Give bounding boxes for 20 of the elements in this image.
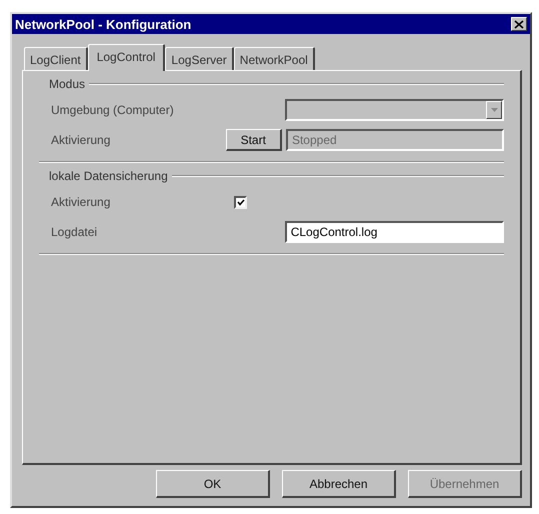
- field-label: Logdatei: [51, 225, 98, 239]
- tab[interactable]: NetworkPool: [234, 47, 315, 70]
- checkbox-label: Aktivierung: [51, 195, 112, 209]
- tab[interactable]: LogControl: [88, 44, 166, 71]
- logfile-input[interactable]: CLogControl.log: [284, 221, 504, 243]
- group-heading: lokale Datensicherung: [48, 169, 168, 183]
- caret-icon: [490, 108, 498, 112]
- dialog-button[interactable]: OK: [156, 470, 270, 498]
- group-heading: Modus: [48, 77, 86, 91]
- window-title: NetworkPool - Konfiguration: [15, 16, 192, 32]
- start-button[interactable]: Start: [226, 129, 282, 151]
- close-button[interactable]: [511, 17, 527, 31]
- tab[interactable]: LogClient: [24, 47, 88, 70]
- activation-checkbox[interactable]: [234, 196, 247, 208]
- tab[interactable]: LogServer: [165, 47, 234, 70]
- status-field: Stopped: [286, 129, 504, 151]
- close-icon: [514, 20, 524, 28]
- check-icon: [236, 198, 244, 206]
- field-label: Umgebung (Computer): [51, 103, 175, 117]
- dialog-button[interactable]: Abbrechen: [282, 470, 396, 498]
